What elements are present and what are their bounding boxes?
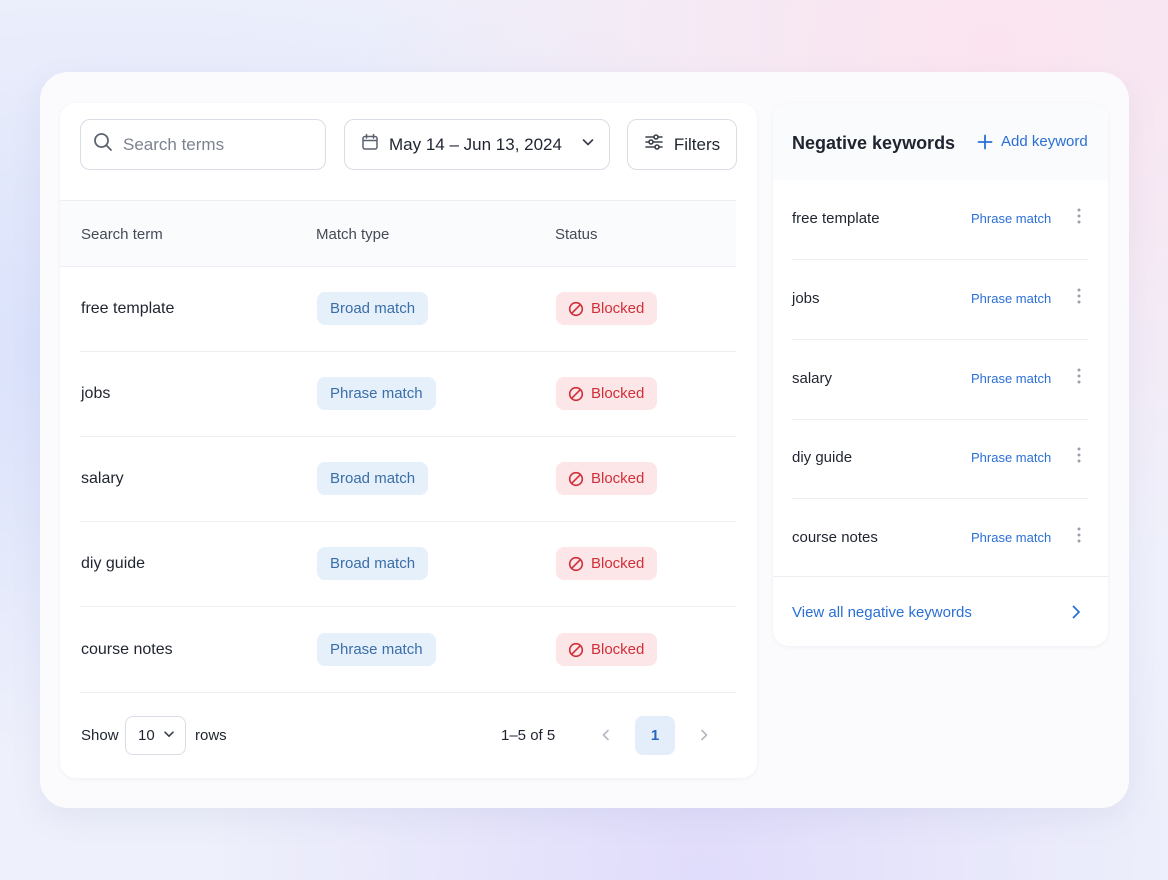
more-vertical-icon[interactable] xyxy=(1071,368,1087,388)
match-type-badge: Broad match xyxy=(317,292,429,325)
keyword-text: jobs xyxy=(792,290,820,307)
negative-keywords-card: Negative keywords Add keyword free templ… xyxy=(773,103,1108,646)
blocked-icon xyxy=(568,556,584,571)
date-range-label: May 14 – Jun 13, 2024 xyxy=(389,134,562,154)
add-keyword-button[interactable]: Add keyword xyxy=(977,133,1088,150)
search-term: course notes xyxy=(81,641,173,658)
show-label: Show xyxy=(81,727,119,744)
negative-keyword-item[interactable]: salary Phrase match xyxy=(792,340,1088,420)
blocked-icon xyxy=(568,471,584,486)
keyword-match-type: Phrase match xyxy=(971,450,1052,465)
negative-keyword-item[interactable]: jobs Phrase match xyxy=(792,260,1088,340)
status-label: Blocked xyxy=(591,641,645,658)
view-all-label: View all negative keywords xyxy=(792,604,972,621)
negative-keyword-item[interactable]: course notes Phrase match xyxy=(792,499,1088,579)
status-badge: Blocked xyxy=(556,377,658,410)
filters-button[interactable]: Filters xyxy=(627,119,737,170)
column-header-status[interactable]: Status xyxy=(555,226,598,243)
keyword-match-type: Phrase match xyxy=(971,371,1052,386)
status-badge: Blocked xyxy=(556,292,658,325)
column-header-search-term[interactable]: Search term xyxy=(81,226,163,243)
chevron-left-icon xyxy=(602,729,609,741)
table-header: Search term Match type Status xyxy=(60,200,736,267)
table-row[interactable]: diy guide Broad match Blocked xyxy=(80,522,736,607)
blocked-icon xyxy=(568,301,584,316)
status-badge: Blocked xyxy=(556,547,658,580)
table-row[interactable]: course notes Phrase match Blocked xyxy=(80,608,736,693)
negative-keywords-header: Negative keywords Add keyword xyxy=(773,103,1108,180)
chevron-right-icon xyxy=(701,729,708,741)
date-range-picker[interactable]: May 14 – Jun 13, 2024 xyxy=(344,119,610,170)
status-badge: Blocked xyxy=(556,462,658,495)
chevron-down-icon xyxy=(163,727,175,744)
rows-per-page-value: 10 xyxy=(138,727,155,744)
search-input[interactable] xyxy=(123,134,313,155)
negative-keyword-item[interactable]: free template Phrase match xyxy=(792,180,1088,260)
rows-label: rows xyxy=(195,727,227,744)
search-term: salary xyxy=(81,470,124,487)
pagination-range: 1–5 of 5 xyxy=(501,727,556,744)
search-term: jobs xyxy=(81,385,111,402)
match-type-badge: Phrase match xyxy=(317,377,436,410)
negative-keyword-item[interactable]: diy guide Phrase match xyxy=(792,419,1088,499)
more-vertical-icon[interactable] xyxy=(1071,288,1087,308)
search-term: free template xyxy=(81,300,175,317)
column-header-match-type[interactable]: Match type xyxy=(316,226,389,243)
chevron-right-icon xyxy=(1069,604,1083,625)
table-row[interactable]: salary Broad match Blocked xyxy=(80,437,736,522)
status-label: Blocked xyxy=(591,385,645,402)
keyword-match-type: Phrase match xyxy=(971,530,1052,545)
blocked-icon xyxy=(568,642,584,657)
negative-keywords-title: Negative keywords xyxy=(792,133,956,153)
calendar-icon xyxy=(361,133,379,156)
status-label: Blocked xyxy=(591,470,645,487)
view-all-negative-keywords-link[interactable]: View all negative keywords xyxy=(773,576,1108,646)
status-badge: Blocked xyxy=(556,633,658,666)
keyword-text: course notes xyxy=(792,529,878,546)
plus-icon xyxy=(977,134,993,149)
rows-per-page-select[interactable]: 10 xyxy=(125,716,186,755)
match-type-badge: Broad match xyxy=(317,462,429,495)
next-page-button[interactable] xyxy=(692,723,716,747)
more-vertical-icon[interactable] xyxy=(1071,208,1087,228)
search-term: diy guide xyxy=(81,555,146,572)
sliders-icon xyxy=(644,132,664,157)
add-keyword-label: Add keyword xyxy=(1001,133,1088,150)
blocked-icon xyxy=(568,386,584,401)
chevron-down-icon xyxy=(581,135,595,154)
table-row[interactable]: free template Broad match Blocked xyxy=(80,267,736,352)
keyword-text: salary xyxy=(792,370,833,387)
status-label: Blocked xyxy=(591,555,645,572)
previous-page-button[interactable] xyxy=(594,723,618,747)
match-type-badge: Broad match xyxy=(317,547,429,580)
more-vertical-icon[interactable] xyxy=(1071,527,1087,547)
keyword-text: diy guide xyxy=(792,449,853,466)
table-row[interactable]: jobs Phrase match Blocked xyxy=(80,352,736,437)
keyword-match-type: Phrase match xyxy=(971,211,1052,226)
keyword-text: free template xyxy=(792,210,880,227)
match-type-badge: Phrase match xyxy=(317,633,436,666)
keyword-match-type: Phrase match xyxy=(971,291,1052,306)
more-vertical-icon[interactable] xyxy=(1071,447,1087,467)
page-button-current[interactable]: 1 xyxy=(635,716,675,755)
status-label: Blocked xyxy=(591,300,645,317)
search-icon xyxy=(93,132,113,157)
search-box[interactable] xyxy=(80,119,326,170)
filters-label: Filters xyxy=(673,134,721,154)
